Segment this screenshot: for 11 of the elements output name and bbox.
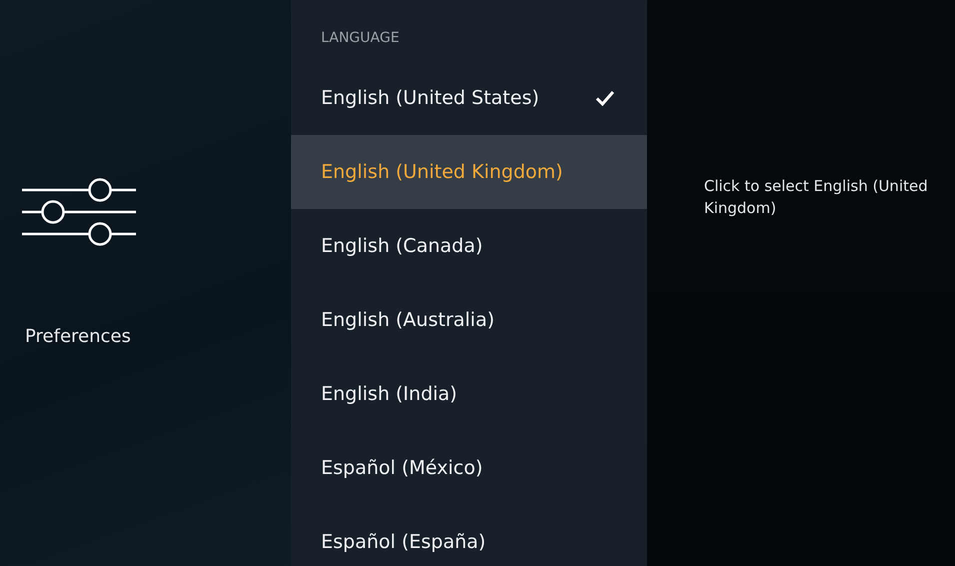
section-heading: LANGUAGE	[320, 30, 400, 46]
language-option[interactable]: English (United States)	[291, 61, 647, 135]
category-label: Preferences	[25, 326, 132, 347]
language-option[interactable]: Español (España)	[291, 505, 647, 566]
language-option[interactable]: English (Canada)	[291, 209, 647, 283]
language-option[interactable]: English (India)	[291, 357, 647, 431]
check-icon	[595, 90, 615, 106]
option-description: Click to select English (United Kingdom)	[704, 176, 929, 219]
language-option[interactable]: Español (México)	[291, 431, 647, 505]
language-option[interactable]: English (United Kingdom)	[291, 135, 647, 209]
language-option[interactable]: English (Australia)	[291, 283, 647, 357]
